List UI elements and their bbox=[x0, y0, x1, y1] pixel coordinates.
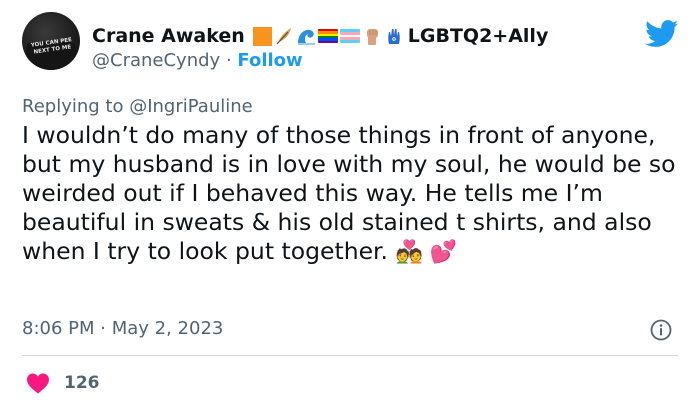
author-name-suffix: LGBTQ2+Ally bbox=[407, 25, 549, 47]
wave-icon bbox=[297, 29, 315, 45]
tweet-date: May 2, 2023 bbox=[111, 318, 224, 339]
author-handle[interactable]: @CraneCyndy bbox=[92, 50, 220, 71]
avatar[interactable]: YOU CAN PEE NEXT TO ME bbox=[22, 12, 80, 70]
like-count: 126 bbox=[64, 373, 100, 393]
twitter-bird-icon[interactable] bbox=[645, 20, 679, 48]
tweet-text: I wouldn’t do many of those things in fr… bbox=[22, 121, 682, 267]
orange-square-icon bbox=[252, 26, 272, 46]
handle-separator: · bbox=[225, 50, 238, 71]
tweet-text-content: I wouldn’t do many of those things in fr… bbox=[22, 121, 684, 265]
author-handle-row: @CraneCyndy · Follow bbox=[92, 50, 303, 71]
info-icon[interactable] bbox=[650, 319, 672, 341]
author-display-name[interactable]: Crane Awaken bbox=[92, 25, 245, 47]
rainbow-flag-icon bbox=[317, 29, 338, 43]
feather-icon bbox=[276, 28, 291, 45]
replying-to: Replying to @IngriPauline bbox=[22, 96, 253, 117]
raised-fist-icon bbox=[366, 29, 378, 45]
like-action[interactable]: 126 bbox=[26, 372, 100, 394]
transgender-flag-icon bbox=[339, 29, 360, 43]
tweet-emojis: 💑 💕 bbox=[395, 240, 458, 265]
replying-to-handle[interactable]: @IngriPauline bbox=[129, 96, 253, 117]
tweet-time: 8:06 PM bbox=[22, 318, 95, 339]
author-name-row: Crane Awaken LGBTQ2+Ally bbox=[92, 22, 548, 50]
name-emojis bbox=[252, 26, 404, 46]
tweet-timestamp[interactable]: 8:06 PM · May 2, 2023 bbox=[22, 318, 223, 339]
divider bbox=[22, 355, 678, 356]
timestamp-separator: · bbox=[100, 318, 112, 339]
hamsa-icon bbox=[388, 29, 400, 44]
follow-button[interactable]: Follow bbox=[237, 50, 302, 71]
replying-to-label: Replying to bbox=[22, 96, 130, 117]
heart-icon[interactable] bbox=[26, 372, 50, 394]
